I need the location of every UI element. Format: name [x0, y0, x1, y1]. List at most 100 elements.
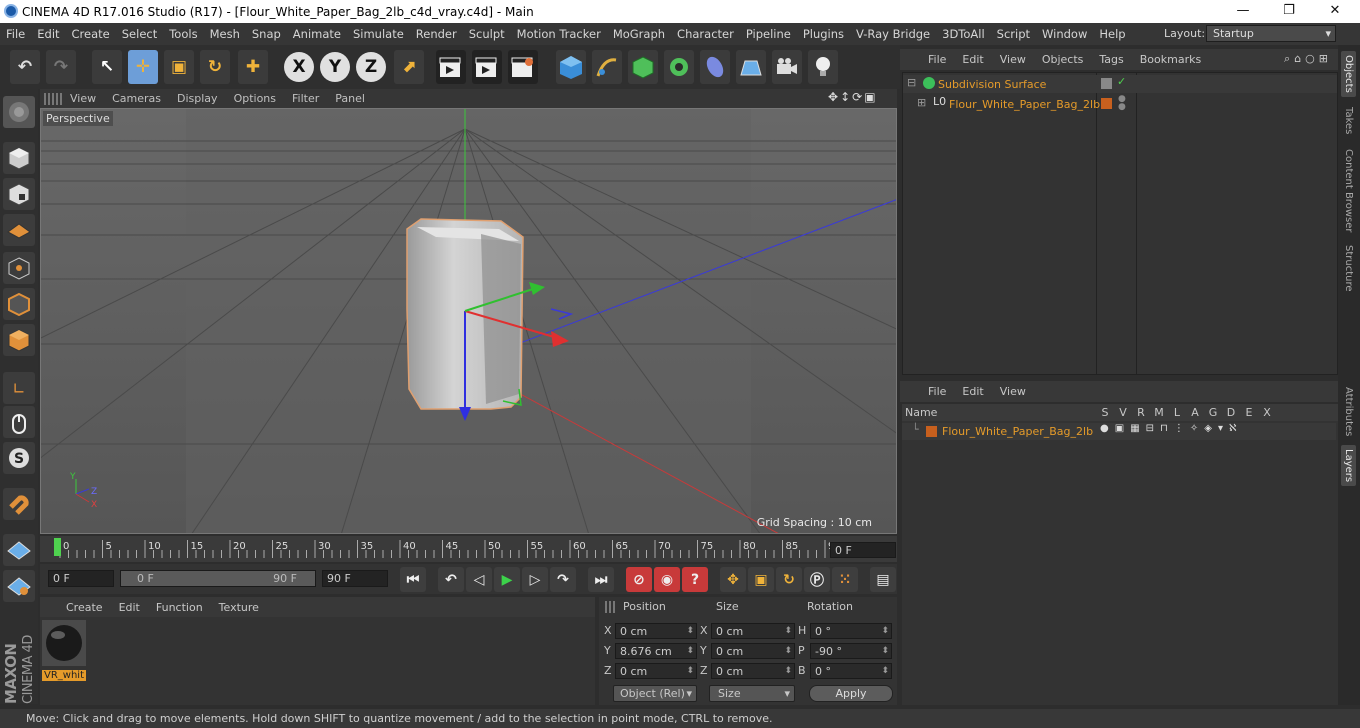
layer-name[interactable]: Flour_White_Paper_Bag_2lb	[942, 425, 1093, 438]
layer-column-a[interactable]: A	[1186, 406, 1204, 419]
solo-icon[interactable]: ●	[1100, 423, 1115, 434]
stepper-icon[interactable]: ⬍	[686, 624, 694, 639]
object-menu-tags[interactable]: Tags	[1091, 53, 1131, 66]
position-field[interactable]: 8.676 cm ⬍	[615, 643, 697, 659]
key-parameter-button[interactable]: Ⓟ	[804, 567, 830, 592]
timeline-ruler[interactable]: 051015202530354045505560657075808590	[40, 536, 897, 562]
key-rotation-button[interactable]: ↻	[776, 567, 802, 592]
viewport-menu-options[interactable]: Options	[226, 92, 284, 105]
render-to-picture-viewer-button[interactable]	[472, 50, 502, 84]
viewport-nav-icons[interactable]: ✥↕⟳▣	[828, 90, 896, 106]
viewport-camera-label[interactable]: Perspective	[43, 111, 113, 126]
move-tool-button[interactable]: ✛	[128, 50, 158, 84]
x-axis-lock-button[interactable]: X	[284, 52, 314, 82]
generators-icon[interactable]: ✧	[1190, 423, 1204, 434]
layer-color-swatch[interactable]	[926, 426, 937, 437]
layer-column-r[interactable]: R	[1132, 406, 1150, 419]
rotation-field[interactable]: 0 ° ⬍	[810, 663, 892, 679]
layer-row[interactable]: └ Flour_White_Paper_Bag_2lb ●▣▦⊟⊓⋮✧◈▾ℵ	[902, 423, 1336, 440]
xref-icon[interactable]: ℵ	[1229, 423, 1242, 434]
stepper-icon[interactable]: ⬍	[784, 644, 792, 659]
play-button[interactable]: ▶	[494, 567, 520, 592]
cube-object-button[interactable]	[556, 50, 586, 84]
y-axis-lock-button[interactable]: Y	[320, 52, 350, 82]
viewport-menu-filter[interactable]: Filter	[284, 92, 327, 105]
menu-edit[interactable]: Edit	[31, 27, 65, 41]
recent-tools-button[interactable]: ✚	[238, 50, 268, 84]
rotate-view-icon[interactable]: ⟳	[852, 90, 864, 104]
stepper-icon[interactable]: ⬍	[686, 664, 694, 679]
cloner-button[interactable]	[664, 50, 694, 84]
position-field[interactable]: 0 cm ⬍	[615, 663, 697, 679]
layer-column-e[interactable]: E	[1240, 406, 1258, 419]
viewport-menu-panel[interactable]: Panel	[327, 92, 373, 105]
collapse-icon[interactable]: ⊟	[907, 76, 916, 89]
z-axis-lock-button[interactable]: Z	[356, 52, 386, 82]
subdivision-button[interactable]	[628, 50, 658, 84]
tab-structure[interactable]: Structure	[1341, 241, 1356, 296]
camera-button[interactable]	[772, 50, 802, 84]
minimize-button[interactable]: —	[1220, 0, 1266, 23]
tab-layers[interactable]: Layers	[1341, 445, 1356, 487]
size-mode-dropdown[interactable]: Size ▾	[709, 685, 795, 702]
material-menu-function[interactable]: Function	[148, 601, 211, 614]
layout-dropdown[interactable]: Startup ▾	[1206, 25, 1336, 42]
object-menu-view[interactable]: View	[992, 53, 1034, 66]
autokeying-button[interactable]: ◉	[654, 567, 680, 592]
render-settings-button[interactable]	[508, 50, 538, 84]
zoom-view-icon[interactable]: ↕	[840, 90, 852, 104]
size-field[interactable]: 0 cm ⬍	[711, 623, 795, 639]
material-menu-texture[interactable]: Texture	[211, 601, 267, 614]
expand-icon[interactable]: ⊞	[917, 96, 926, 109]
next-frame-button[interactable]: ▷	[522, 567, 548, 592]
layer-column-x[interactable]: X	[1258, 406, 1276, 419]
redo-button[interactable]: ↷	[46, 50, 76, 84]
menu-simulate[interactable]: Simulate	[347, 27, 410, 41]
animation-icon[interactable]: ⋮	[1174, 423, 1190, 434]
floor-object-button[interactable]	[736, 50, 766, 84]
key-scale-button[interactable]: ▣	[748, 567, 774, 592]
object-name[interactable]: Flour_White_Paper_Bag_2lb	[949, 98, 1100, 111]
menu-snap[interactable]: Snap	[246, 27, 287, 41]
edges-mode-button[interactable]	[3, 288, 35, 320]
manager-icon[interactable]: ⊟	[1146, 423, 1160, 434]
workplane-mode-button[interactable]	[3, 214, 35, 246]
world-coordinates-button[interactable]: ⬈	[394, 50, 424, 84]
record-keys-button[interactable]: ⊘	[626, 567, 652, 592]
stepper-icon[interactable]: ⬍	[784, 664, 792, 679]
viewport-scene[interactable]: Y Z X	[41, 109, 897, 534]
planar-workplane-button[interactable]	[3, 570, 35, 602]
key-pla-button[interactable]: ⁙	[832, 567, 858, 592]
maximize-button[interactable]: ❐	[1266, 0, 1312, 23]
menu-animate[interactable]: Animate	[287, 27, 347, 41]
snapping-button[interactable]: S	[3, 442, 35, 474]
layer-column-s[interactable]: S	[1096, 406, 1114, 419]
menu-script[interactable]: Script	[991, 27, 1036, 41]
light-button[interactable]	[808, 50, 838, 84]
tab-content-browser[interactable]: Content Browser	[1341, 145, 1356, 236]
enabled-check-icon[interactable]: ✓	[1117, 75, 1126, 88]
timeline-ticks[interactable]: 051015202530354045505560657075808590	[40, 536, 897, 562]
material-item[interactable]: VR_whit	[42, 620, 86, 681]
stepper-icon[interactable]: ⬍	[881, 664, 889, 679]
search-icon[interactable]: ⌕	[1284, 52, 1294, 65]
expressions-icon[interactable]: ▾	[1218, 423, 1229, 434]
menu-help[interactable]: Help	[1093, 27, 1131, 41]
viewport-menu-view[interactable]: View	[62, 92, 104, 105]
layer-menu-view[interactable]: View	[992, 385, 1034, 398]
visibility-dots-icon[interactable]: ● ●	[1118, 95, 1126, 112]
lock-workplane-button[interactable]	[3, 534, 35, 566]
lock-icon[interactable]: ⊓	[1160, 423, 1174, 434]
previous-key-button[interactable]: ↶	[438, 567, 464, 592]
render-view-button[interactable]	[436, 50, 466, 84]
layer-column-d[interactable]: D	[1222, 406, 1240, 419]
go-to-start-button[interactable]: ⏮	[400, 567, 426, 592]
size-field[interactable]: 0 cm ⬍	[711, 663, 795, 679]
stepper-icon[interactable]: ⬍	[881, 624, 889, 639]
material-menu-edit[interactable]: Edit	[111, 601, 148, 614]
menu-pipeline[interactable]: Pipeline	[740, 27, 797, 41]
texture-mode-button[interactable]	[3, 178, 35, 210]
object-row-flour-bag[interactable]: ⊞ L0 Flour_White_Paper_Bag_2lb ● ●	[903, 95, 1337, 113]
end-frame-field[interactable]: 90 F	[322, 570, 388, 587]
view-icon[interactable]: ▣	[1115, 423, 1130, 434]
